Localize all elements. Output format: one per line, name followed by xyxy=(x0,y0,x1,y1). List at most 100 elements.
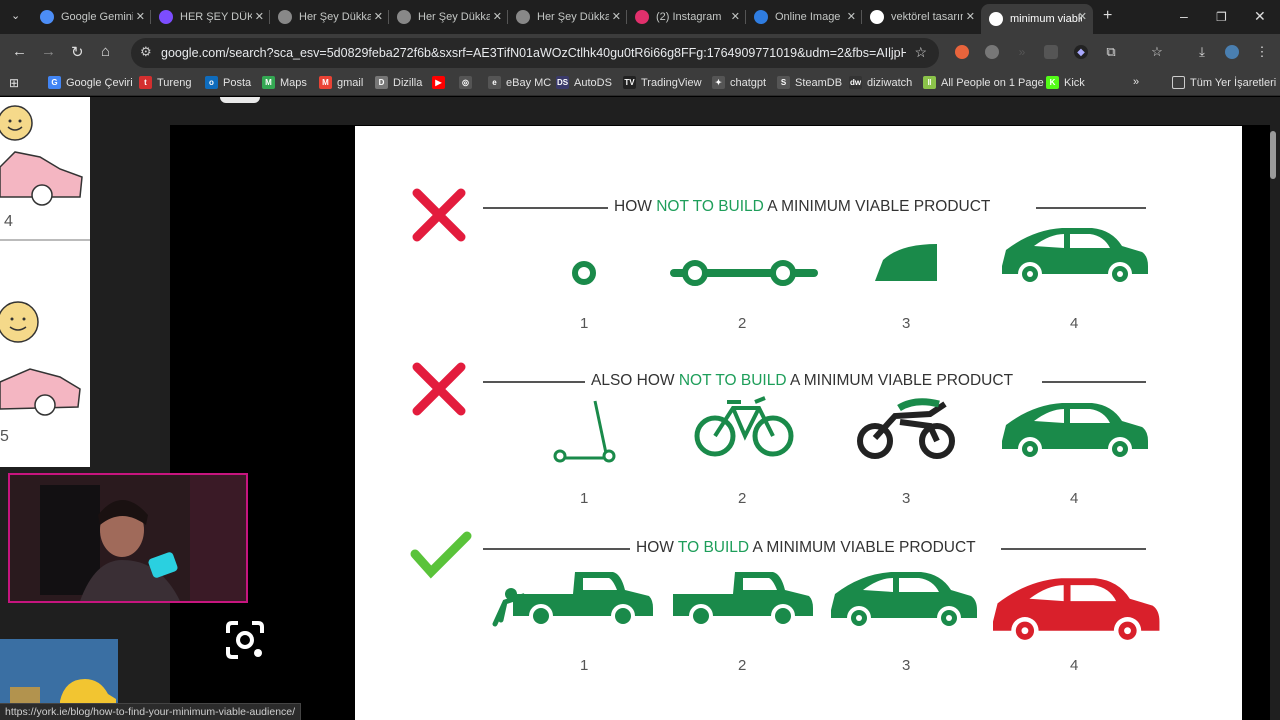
bookmark-item[interactable]: o Posta xyxy=(205,76,251,89)
back-arrow-icon[interactable]: ← xyxy=(12,43,27,60)
bookmark-label: chatgpt xyxy=(730,76,767,89)
folder-icon xyxy=(1172,76,1185,89)
close-tab-icon[interactable]: ✕ xyxy=(612,10,621,23)
browser-tab[interactable]: vektörel tasarım ✕ xyxy=(862,4,981,30)
panel-top-button[interactable] xyxy=(220,97,260,103)
step-number: 2 xyxy=(738,657,747,674)
bookmark-item[interactable]: dw diziwatch xyxy=(849,76,912,89)
webcam-feed-image xyxy=(10,475,246,601)
bookmark-item[interactable]: TV TradingView xyxy=(623,76,702,89)
image-icon xyxy=(754,10,768,24)
extension-4-icon[interactable]: ◆ xyxy=(1074,45,1088,59)
row-title-highlight: NOT TO BUILD xyxy=(678,372,787,389)
tab-search-chevron-icon[interactable]: ⌄ xyxy=(11,9,20,22)
new-tab-button[interactable]: + xyxy=(1103,7,1112,25)
close-tab-icon[interactable]: ✕ xyxy=(493,10,502,23)
bookmark-item[interactable]: ‖ All People on 1 Page xyxy=(923,76,1044,89)
bookmark-favicon-icon: e xyxy=(488,76,501,89)
bookmark-item[interactable]: ▶ xyxy=(432,76,450,89)
bookmark-item[interactable]: G Google Çeviri xyxy=(48,76,133,89)
car-body-part-icon xyxy=(875,244,937,281)
menu-dots-icon[interactable]: ⋮ xyxy=(1255,44,1269,59)
motorbike-seat-icon xyxy=(897,398,940,412)
close-window-button[interactable]: ✕ xyxy=(1254,8,1266,25)
minimize-button[interactable]: – xyxy=(1180,8,1188,24)
bookmark-item[interactable]: ◎ xyxy=(459,76,477,89)
bookmark-item[interactable]: S SteamDB xyxy=(777,76,842,89)
tab-title: Her Şey Dükkanı xyxy=(299,11,371,23)
close-tab-icon[interactable]: ✕ xyxy=(374,10,383,23)
bookmarks-bar: ⊞ G Google Çeviri t Tureng o Posta M Maps Mgmail… xyxy=(0,72,1280,96)
finished-car-icon xyxy=(1002,228,1148,286)
extension-1-icon[interactable] xyxy=(955,45,969,59)
step-number: 2 xyxy=(738,490,747,507)
close-tab-icon[interactable]: ✕ xyxy=(255,10,264,23)
bookmark-item[interactable]: M Maps xyxy=(262,76,307,89)
bookmark-star-icon[interactable]: ☆ xyxy=(914,44,927,61)
browser-tab[interactable]: Her Şey Dükkanı✕ xyxy=(270,4,389,30)
browser-tab[interactable]: HER ŞEY DÜKKANI✕ xyxy=(151,4,270,30)
bookmark-item[interactable]: Mgmail xyxy=(319,76,363,89)
row-title-before: HOW xyxy=(636,539,678,556)
divider-line xyxy=(483,207,608,209)
close-tab-icon[interactable]: ✕ xyxy=(136,10,145,23)
url-text[interactable]: google.com/search?sca_esv=5d0829feba272f… xyxy=(161,46,906,60)
browser-tab[interactable]: Online Image ✕ xyxy=(746,4,862,30)
home-icon[interactable]: ⌂ xyxy=(101,43,110,60)
browser-tab[interactable]: Google Gemini ✕ xyxy=(32,4,151,30)
forward-arrow-icon[interactable]: → xyxy=(41,43,56,60)
bookmark-item[interactable]: ✦ chatgpt xyxy=(712,76,766,89)
apps-grid-icon[interactable]: ⊞ xyxy=(9,76,19,90)
divider-line xyxy=(483,548,630,550)
row-title: HOW NOT TO BUILD A MINIMUM VIABLE PRODUC… xyxy=(614,198,990,216)
bookmark-item[interactable]: D Dizilla xyxy=(375,76,422,89)
bicycle-frame-icon xyxy=(713,396,775,441)
address-bar[interactable]: ⚙ google.com/search?sca_esv=5d0829feba27… xyxy=(131,38,939,68)
close-tab-icon[interactable]: ✕ xyxy=(966,10,975,23)
reload-icon[interactable]: ↻ xyxy=(71,43,84,61)
extension-3-icon[interactable]: » xyxy=(1015,45,1029,59)
bookmark-favicon-icon: ✦ xyxy=(712,76,725,89)
download-icon[interactable]: ⤓ xyxy=(1195,44,1209,59)
bookmark-label: Dizilla xyxy=(393,76,423,89)
browser-tab[interactable]: minimum viable ✕ xyxy=(981,4,1093,34)
row-title-before: HOW xyxy=(614,198,657,215)
restore-button[interactable]: ❐ xyxy=(1216,10,1227,24)
wheel-icon xyxy=(572,261,596,285)
site-settings-icon[interactable]: ⚙ xyxy=(140,44,152,60)
scooter-icon xyxy=(563,400,609,460)
close-tab-icon[interactable]: ✕ xyxy=(1078,10,1087,23)
close-tab-icon[interactable]: ✕ xyxy=(847,10,856,23)
google-lens-icon[interactable] xyxy=(222,617,268,663)
chassis-wheel-icon xyxy=(770,260,796,286)
shield-extension-icon[interactable] xyxy=(1044,45,1058,59)
browser-tab[interactable]: (2) Instagram ✕ xyxy=(627,4,746,30)
left-result-thumbnail[interactable]: 4 5 xyxy=(0,97,90,467)
bookmark-favicon-icon: M xyxy=(319,76,332,89)
bookmark-item[interactable]: e eBay MC xyxy=(488,76,551,89)
row-title-highlight: TO BUILD xyxy=(677,539,750,556)
extensions-puzzle-icon[interactable]: ⧉ xyxy=(1104,44,1118,59)
finished-car-icon xyxy=(1002,403,1148,461)
link-status-bar: https://york.ie/blog/how-to-find-your-mi… xyxy=(0,703,302,720)
close-tab-icon[interactable]: ✕ xyxy=(731,10,740,23)
reading-list-icon[interactable]: ☆ xyxy=(1150,44,1164,59)
tab-strip: ⌄ Google Gemini✕HER ŞEY DÜKKANI✕Her Şey … xyxy=(0,0,1280,34)
scrollbar-thumb[interactable] xyxy=(1270,131,1276,179)
bookmark-item[interactable]: t Tureng xyxy=(139,76,191,89)
browser-tab[interactable]: Her Şey Dükkanı✕ xyxy=(508,4,627,30)
bookmark-label: SteamDB xyxy=(795,76,843,89)
mvp-diagram-image[interactable]: HOW NOT TO BUILD A MINIMUM VIABLE PRODUC… xyxy=(355,126,1242,720)
extension-2-icon[interactable] xyxy=(985,45,999,59)
browser-tab[interactable]: Her Şey Dükkanı✕ xyxy=(389,4,508,30)
bookmark-item[interactable]: DS AutoDS xyxy=(556,76,612,89)
bookmark-item[interactable]: K Kick xyxy=(1046,76,1085,89)
bookmark-label: eBay MC xyxy=(506,76,552,89)
tab-title: Her Şey Dükkanı xyxy=(537,11,609,23)
divider-line xyxy=(1042,381,1146,383)
all-bookmarks-folder[interactable]: Tüm Yer İşaretleri xyxy=(1172,76,1276,89)
tab-title: Her Şey Dükkanı xyxy=(418,11,490,23)
more-bookmarks-chevron-icon[interactable]: » xyxy=(1133,76,1139,88)
scooter-wheel-icon xyxy=(553,449,567,463)
profile-avatar[interactable] xyxy=(1225,45,1239,59)
